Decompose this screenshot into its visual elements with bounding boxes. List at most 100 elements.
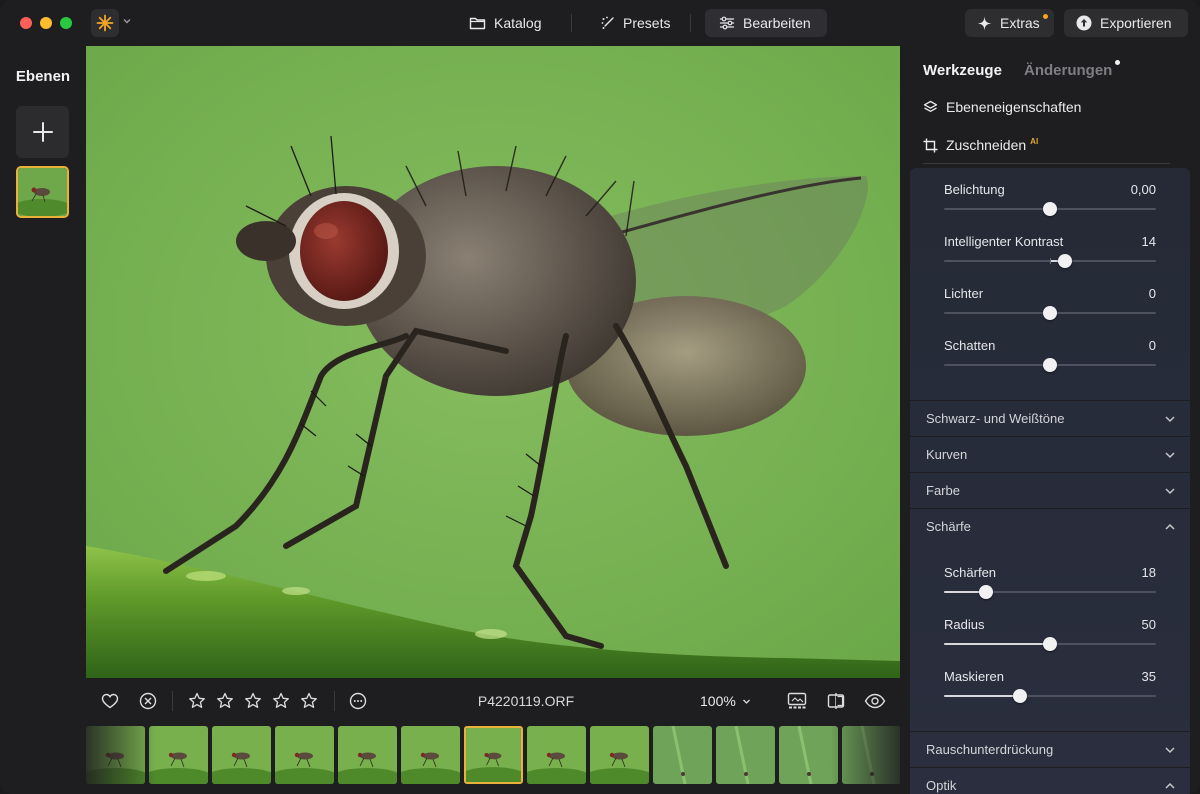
section-curves[interactable]: Kurven (910, 436, 1190, 472)
sharpen-slider[interactable] (944, 585, 1156, 599)
slider-thumb[interactable] (1043, 306, 1057, 320)
extras-button[interactable]: Extras (965, 9, 1054, 37)
star-icon[interactable] (215, 691, 235, 711)
section-optics[interactable]: Optik (910, 767, 1190, 794)
crop-icon (923, 138, 938, 152)
star-icon[interactable] (271, 691, 291, 711)
filmstrip-thumbnail[interactable] (401, 726, 460, 784)
filmstrip-thumbnail[interactable] (653, 726, 712, 784)
slider-value[interactable]: 0 (1149, 338, 1156, 353)
add-layer-button[interactable] (16, 106, 69, 158)
masking-slider[interactable] (944, 689, 1156, 703)
slider-fill (944, 643, 1050, 645)
filmstrip-thumbnail[interactable] (149, 726, 208, 784)
layers-title: Ebenen (15, 68, 71, 85)
preview-toggle-button[interactable] (864, 691, 886, 711)
main-photo[interactable] (86, 46, 900, 678)
exposure-slider[interactable] (944, 202, 1156, 216)
slider-value[interactable]: 14 (1142, 234, 1156, 249)
minimize-window-button[interactable] (40, 17, 52, 29)
slider-thumb[interactable] (1043, 202, 1057, 216)
chevron-down-icon[interactable] (122, 16, 132, 26)
slider-value[interactable]: 18 (1142, 565, 1156, 580)
slider-thumb[interactable] (1013, 689, 1027, 703)
favorite-button[interactable] (100, 691, 120, 711)
zoom-dropdown[interactable]: 100% (700, 693, 751, 709)
section-noise-reduction[interactable]: Rauschunterdrückung (910, 731, 1190, 767)
slider-thumb[interactable] (979, 585, 993, 599)
filmstrip-thumbnail[interactable] (212, 726, 271, 784)
filmstrip-toggle-button[interactable] (786, 691, 808, 711)
filmstrip-thumbnail[interactable] (716, 726, 775, 784)
slider-thumb[interactable] (1043, 358, 1057, 372)
slider-label: Maskieren (944, 669, 1004, 684)
export-button[interactable]: Exportieren (1064, 9, 1188, 37)
slider-thumb[interactable] (1043, 637, 1057, 651)
more-icon (349, 692, 367, 710)
tab-aenderungen[interactable]: Änderungen (1024, 62, 1112, 79)
chevron-up-icon (1165, 782, 1175, 789)
smart-contrast-slider[interactable] (944, 254, 1156, 268)
filmstrip-thumbnail[interactable] (590, 726, 649, 784)
slider-label: Intelligenter Kontrast (944, 234, 1064, 249)
filmstrip-thumbnail[interactable] (527, 726, 586, 784)
star-icon[interactable] (243, 691, 263, 711)
tab-bearbeiten-label: Bearbeiten (743, 15, 811, 31)
tab-katalog[interactable]: Katalog (455, 9, 555, 37)
highlights-slider[interactable] (944, 306, 1156, 320)
sparkle-wand-icon (601, 16, 614, 29)
section-sharpness[interactable]: Schärfe (910, 508, 1190, 544)
slider-value[interactable]: 0 (1149, 286, 1156, 301)
slider-value[interactable]: 50 (1142, 617, 1156, 632)
tab-bearbeiten[interactable]: Bearbeiten (705, 9, 827, 37)
divider (172, 691, 173, 711)
folder-icon (469, 17, 486, 30)
layer-thumbnail[interactable] (16, 166, 69, 218)
chevron-down-icon (1165, 452, 1175, 459)
tools-panel: Werkzeuge Änderungen Ebeneneigenschaften… (900, 46, 1200, 794)
layer-properties-label: Ebeneneigenschaften (946, 99, 1082, 115)
divider (690, 14, 691, 32)
slider-label: Lichter (944, 286, 984, 301)
tab-werkzeuge[interactable]: Werkzeuge (923, 62, 1002, 79)
divider (923, 163, 1170, 164)
reject-button[interactable] (138, 691, 158, 711)
layer-properties-button[interactable]: Ebeneneigenschaften (923, 99, 1081, 115)
compare-button[interactable] (826, 691, 846, 711)
crop-button[interactable]: Zuschneiden AI (923, 137, 1038, 153)
section-label: Optik (926, 778, 957, 793)
chevron-down-icon (1165, 416, 1175, 423)
photo-toolbar: P4220119.ORF 100% (86, 678, 900, 724)
more-options-button[interactable] (348, 691, 368, 711)
light-tool-panel: Belichtung 0,00 Intelligenter Kontrast 1… (910, 168, 1190, 794)
filmstrip-thumbnail[interactable] (464, 726, 523, 784)
ai-badge: AI (1030, 136, 1039, 146)
section-black-white[interactable]: Schwarz- und Weißtöne (910, 400, 1190, 436)
filmstrip-thumbnail[interactable] (275, 726, 334, 784)
divider (571, 14, 572, 32)
chevron-down-icon (742, 699, 750, 704)
slider-value[interactable]: 35 (1142, 669, 1156, 684)
slider-thumb[interactable] (1058, 254, 1072, 268)
slider-fill (944, 695, 1020, 697)
shadows-slider[interactable] (944, 358, 1156, 372)
filmstrip-thumbnail[interactable] (338, 726, 397, 784)
slider-value[interactable]: 0,00 (1131, 182, 1156, 197)
tab-presets[interactable]: Presets (587, 9, 684, 37)
reject-circle-icon (139, 692, 157, 710)
section-color[interactable]: Farbe (910, 472, 1190, 508)
app-menu-button[interactable] (91, 9, 119, 37)
divider (334, 691, 335, 711)
close-window-button[interactable] (20, 17, 32, 29)
slider-label: Schatten (944, 338, 996, 353)
zoom-window-button[interactable] (60, 17, 72, 29)
star-icon[interactable] (187, 691, 207, 711)
section-label: Schärfe (926, 519, 971, 534)
sparkle-icon (977, 16, 992, 30)
filmstrip-fade (86, 724, 156, 788)
zoom-level: 100% (700, 693, 736, 709)
filmstrip-fade (830, 724, 900, 788)
star-icon[interactable] (299, 691, 319, 711)
radius-slider[interactable] (944, 637, 1156, 651)
section-label: Farbe (926, 483, 960, 498)
